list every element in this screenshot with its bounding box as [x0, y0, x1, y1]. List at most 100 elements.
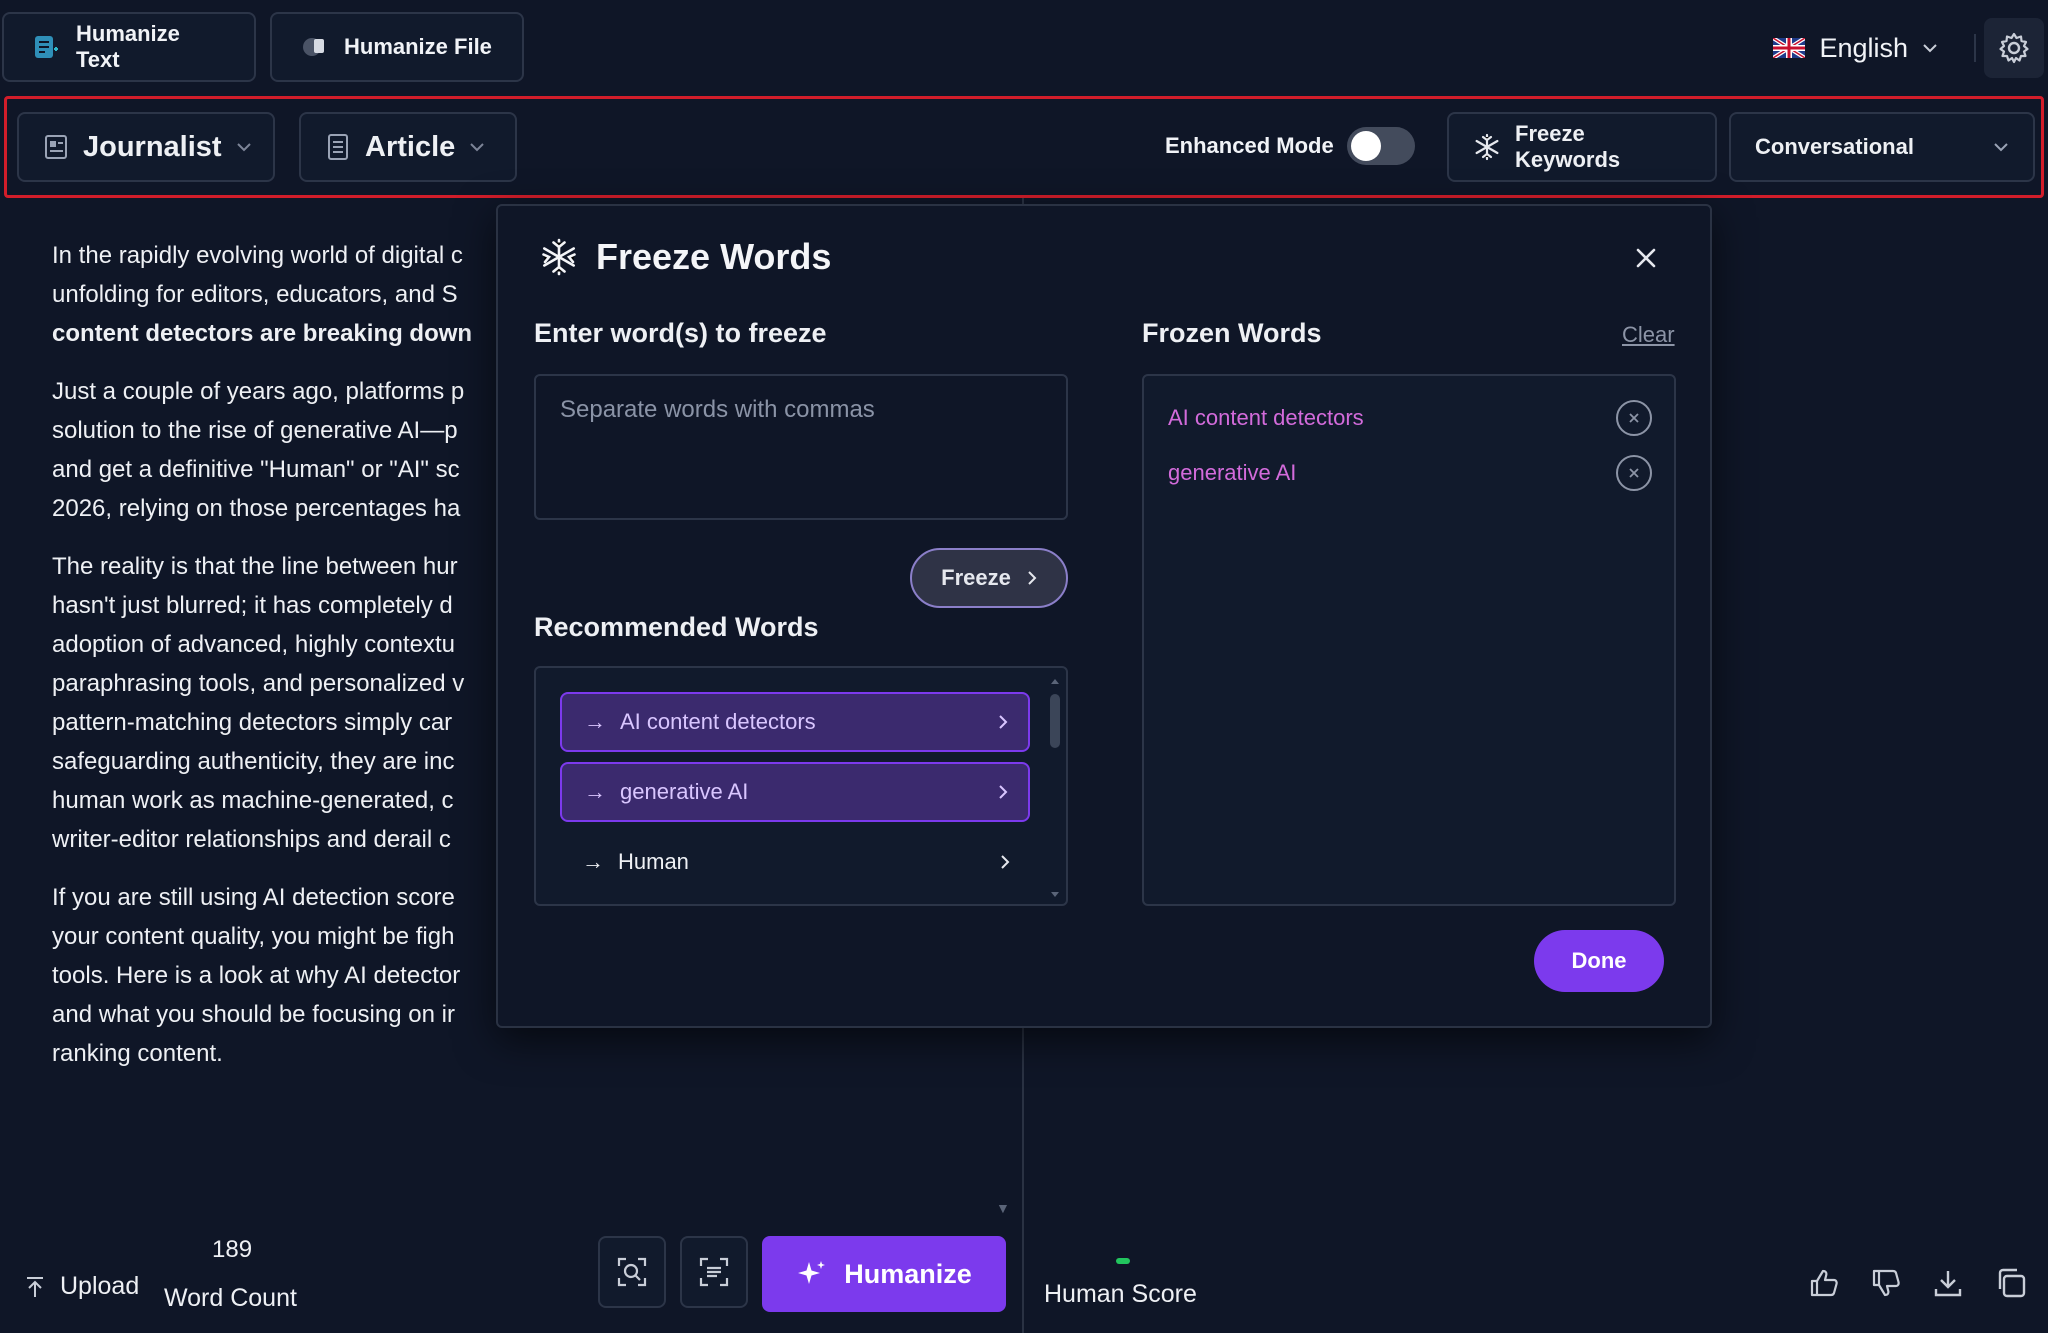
uk-flag-icon	[1773, 38, 1806, 58]
editor-line: your content quality, you might be figh	[52, 923, 455, 950]
modal-title: Freeze Words	[540, 236, 831, 278]
clear-link[interactable]: Clear	[1622, 322, 1675, 348]
chevron-right-icon	[998, 714, 1008, 730]
language-label: English	[1819, 32, 1908, 63]
chevron-down-icon	[469, 142, 485, 152]
remove-circle-icon[interactable]	[1616, 400, 1652, 436]
humanize-file-icon	[300, 33, 328, 61]
remove-circle-icon[interactable]	[1616, 455, 1652, 491]
tab-humanize-file[interactable]: Humanize File	[270, 12, 524, 82]
frozen-word-item: AI content detectors	[1168, 398, 1652, 438]
editor-line: hasn't just blurred; it has completely d	[52, 592, 453, 619]
recommended-word-item[interactable]: → AI content detectors	[560, 692, 1030, 752]
sparkle-icon	[796, 1258, 828, 1290]
tab-label: Humanize Text	[76, 21, 180, 72]
editor-paragraph-4: If you are still using AI detection scor…	[52, 878, 522, 1073]
frozen-word-label: generative AI	[1168, 460, 1297, 485]
chevron-right-icon	[998, 784, 1008, 800]
freeze-keywords-button[interactable]: Freeze Keywords	[1447, 112, 1717, 182]
ai-scan-button[interactable]	[598, 1236, 666, 1308]
editor-line: pattern-matching detectors simply car	[52, 709, 453, 736]
content-type-dropdown[interactable]: Article	[299, 112, 517, 182]
thumbs-up-icon[interactable]	[1808, 1267, 1840, 1299]
editor-line: 2026, relying on those percentages ha	[52, 495, 461, 522]
done-button[interactable]: Done	[1534, 930, 1664, 992]
recommended-word-item[interactable]: → Human	[560, 832, 1030, 892]
modal-title-text: Freeze Words	[596, 236, 832, 277]
scan-search-icon	[615, 1255, 649, 1289]
recommended-word-label: AI content detectors	[620, 709, 816, 734]
editor-line: paraphrasing tools, and personalized v	[52, 670, 465, 697]
editor-line: In the rapidly evolving world of digital…	[52, 242, 463, 269]
options-toolbar: Journalist Article Enhanced Mode Freeze …	[4, 96, 2044, 198]
editor-line: human work as machine-generated, c	[52, 787, 454, 814]
content-type-label: Article	[365, 130, 456, 163]
download-icon[interactable]	[1932, 1267, 1964, 1299]
chevron-down-icon	[1993, 142, 2009, 152]
freeze-button[interactable]: Freeze	[910, 548, 1068, 608]
arrow-right-icon: →	[582, 849, 604, 874]
editor-line: The reality is that the line between hur	[52, 553, 458, 580]
scan-text-icon	[697, 1255, 731, 1289]
language-selector[interactable]: English	[1773, 24, 1938, 72]
editor-line: safeguarding authenticity, they are inc	[52, 748, 455, 775]
text-scan-button[interactable]	[680, 1236, 748, 1308]
editor-line: adoption of advanced, highly contextu	[52, 631, 455, 658]
chevron-right-icon	[1027, 570, 1037, 586]
document-icon	[43, 133, 69, 161]
tab-humanize-text[interactable]: Humanize Text	[2, 12, 256, 82]
enhanced-mode-toggle[interactable]	[1347, 127, 1415, 165]
editor-line: If you are still using AI detection scor…	[52, 884, 455, 911]
article-icon	[325, 133, 351, 161]
input-editor[interactable]: In the rapidly evolving world of digital…	[52, 236, 522, 1092]
freeze-keywords-label: Freeze Keywords	[1515, 121, 1621, 172]
editor-line: tools. Here is a look at why AI detector	[52, 962, 461, 989]
editor-line: solution to the rise of generative AI—p	[52, 417, 458, 444]
input-heading: Enter word(s) to freeze	[534, 318, 827, 348]
chevron-right-icon	[1000, 854, 1010, 870]
done-button-label: Done	[1571, 948, 1627, 973]
arrow-right-icon: →	[584, 779, 606, 804]
divider	[1974, 34, 1976, 62]
recommended-heading: Recommended Words	[534, 612, 819, 642]
recommended-word-item[interactable]: → generative AI	[560, 762, 1030, 822]
snowflake-icon	[540, 238, 578, 276]
freeze-words-input[interactable]	[534, 374, 1068, 520]
persona-dropdown[interactable]: Journalist	[17, 112, 275, 182]
word-count-value: 189	[212, 1236, 253, 1263]
toggle-knob	[1351, 131, 1381, 161]
word-count-label: Word Count	[164, 1284, 297, 1312]
frozen-heading: Frozen Words	[1142, 318, 1322, 348]
editor-footer: ▼ Upload 189 Word Count Humanize	[0, 1180, 1022, 1333]
scrollbar-thumb[interactable]	[1050, 694, 1060, 748]
persona-label: Journalist	[83, 130, 222, 163]
enhanced-mode-label: Enhanced Mode	[1165, 133, 1334, 158]
tone-dropdown[interactable]: Conversational	[1729, 112, 2035, 182]
close-icon[interactable]	[1634, 246, 1658, 270]
thumbs-down-icon[interactable]	[1870, 1267, 1902, 1299]
editor-paragraph-2: Just a couple of years ago, platforms p …	[52, 372, 522, 528]
recommended-word-label: Human	[618, 849, 689, 874]
humanize-button[interactable]: Humanize	[762, 1236, 1006, 1312]
editor-line: Just a couple of years ago, platforms p	[52, 378, 465, 405]
frozen-word-label: AI content detectors	[1168, 405, 1364, 430]
chevron-down-icon	[1922, 43, 1938, 53]
tab-label: Humanize File	[344, 34, 492, 59]
top-bar: Humanize Text Humanize File English	[0, 0, 2048, 96]
human-score-label: Human Score	[1044, 1280, 1197, 1308]
frozen-word-item: generative AI	[1168, 453, 1652, 493]
editor-line: writer-editor relationships and derail c	[52, 826, 451, 853]
humanize-text-icon	[32, 33, 60, 61]
upload-label: Upload	[60, 1272, 140, 1300]
scroll-down-icon[interactable]: ▼	[996, 1200, 1010, 1216]
upload-button[interactable]: Upload	[24, 1272, 139, 1301]
editor-line: and what you should be focusing on ir	[52, 1001, 455, 1028]
editor-line: ranking content.	[52, 1040, 223, 1067]
output-actions	[1808, 1266, 2028, 1300]
score-indicator	[1116, 1258, 1130, 1264]
settings-button[interactable]	[1984, 18, 2044, 78]
copy-icon[interactable]	[1994, 1266, 2028, 1300]
snowflake-icon	[1473, 133, 1501, 161]
gear-icon	[1997, 31, 2031, 65]
tone-label: Conversational	[1755, 134, 1914, 159]
